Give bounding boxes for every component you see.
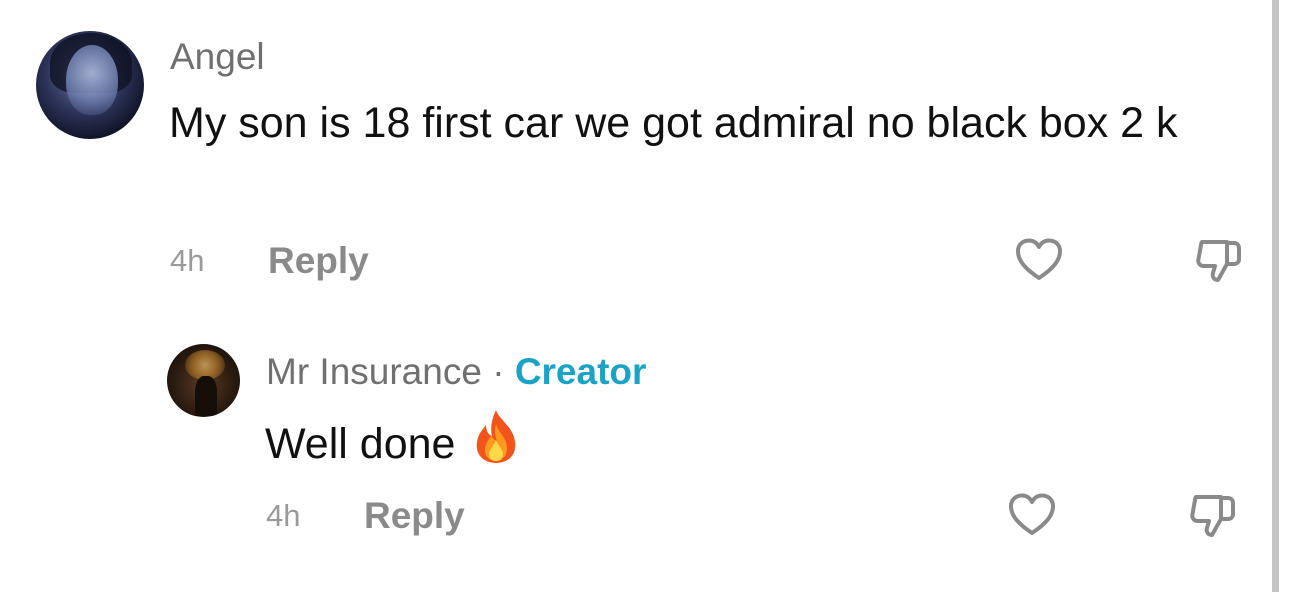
heart-icon [1009, 493, 1055, 535]
dislike-button[interactable] [1188, 491, 1238, 541]
reply-username[interactable]: Mr Insurance [266, 351, 482, 392]
fire-emoji-icon [473, 408, 519, 480]
reply-button[interactable]: Reply [364, 495, 465, 537]
avatar-figure [195, 376, 217, 416]
like-button[interactable] [1014, 236, 1064, 286]
avatar[interactable] [167, 344, 240, 417]
dislike-button[interactable] [1194, 236, 1244, 286]
avatar[interactable] [36, 31, 144, 139]
reply-text: Well done [265, 420, 456, 468]
separator-dot: · [492, 351, 505, 392]
comment-timestamp: 4h [170, 243, 205, 278]
reply-button[interactable]: Reply [268, 240, 369, 282]
thumbs-down-icon [1190, 495, 1235, 537]
comment-username[interactable]: Angel [170, 36, 265, 78]
scrollbar[interactable] [1272, 0, 1279, 592]
like-button[interactable] [1007, 491, 1057, 541]
comment-text: My son is 18 first car we got admiral no… [169, 99, 1178, 147]
reply-username-row: Mr Insurance · Creator [266, 351, 646, 393]
reply-text-row: Well done [265, 408, 519, 480]
thumbs-down-icon [1196, 240, 1241, 282]
heart-icon [1016, 238, 1062, 280]
reply-timestamp: 4h [266, 498, 301, 533]
avatar-face [66, 45, 118, 115]
creator-badge: Creator [514, 351, 647, 392]
